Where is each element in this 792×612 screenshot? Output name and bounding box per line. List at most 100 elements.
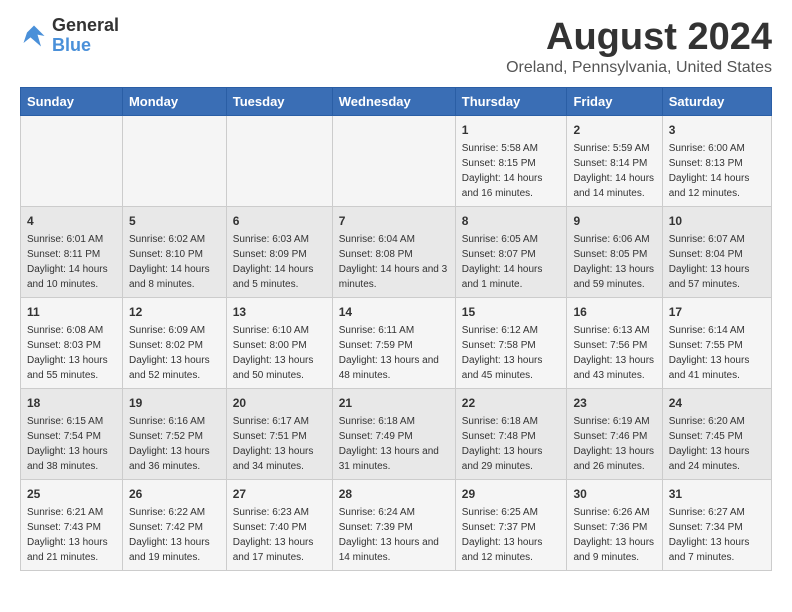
title-section: August 2024 Oreland, Pennsylvania, Unite…	[506, 16, 772, 77]
week-row-5: 25Sunrise: 6:21 AM Sunset: 7:43 PM Dayli…	[21, 480, 772, 571]
header-thursday: Thursday	[455, 88, 567, 116]
calendar-cell: 3Sunrise: 6:00 AM Sunset: 8:13 PM Daylig…	[662, 116, 771, 207]
calendar-cell	[122, 116, 226, 207]
calendar-cell: 28Sunrise: 6:24 AM Sunset: 7:39 PM Dayli…	[332, 480, 455, 571]
day-number: 17	[669, 303, 765, 321]
calendar-cell	[21, 116, 123, 207]
logo-general: General	[52, 16, 119, 36]
day-number: 19	[129, 394, 220, 412]
cell-content: Sunrise: 6:18 AM Sunset: 7:49 PM Dayligh…	[339, 414, 449, 474]
day-number: 21	[339, 394, 449, 412]
header-tuesday: Tuesday	[226, 88, 332, 116]
cell-content: Sunrise: 6:16 AM Sunset: 7:52 PM Dayligh…	[129, 414, 220, 474]
day-number: 27	[233, 485, 326, 503]
calendar-cell: 14Sunrise: 6:11 AM Sunset: 7:59 PM Dayli…	[332, 298, 455, 389]
calendar-cell: 25Sunrise: 6:21 AM Sunset: 7:43 PM Dayli…	[21, 480, 123, 571]
calendar-cell: 31 Sunrise: 6:27 AM Sunset: 7:34 PM Dayli…	[662, 480, 771, 571]
calendar-cell: 27 Sunrise: 6:23 AM Sunset: 7:40 PM Dayli…	[226, 480, 332, 571]
cell-content: Sunrise: 6:20 AM Sunset: 7:45 PM Dayligh…	[669, 414, 765, 474]
day-number: 10	[669, 212, 765, 230]
calendar-subtitle: Oreland, Pennsylvania, United States	[506, 59, 772, 77]
day-number: 6	[233, 212, 326, 230]
cell-content: Sunrise: 6:27 AM Sunset: 7:34 PM Dayligh…	[669, 505, 765, 565]
cell-content: Sunrise: 6:21 AM Sunset: 7:43 PM Dayligh…	[27, 505, 116, 565]
day-number: 8	[462, 212, 561, 230]
day-number: 4	[27, 212, 116, 230]
cell-content: Sunrise: 6:22 AM Sunset: 7:42 PM Dayligh…	[129, 505, 220, 565]
calendar-title: August 2024	[506, 16, 772, 59]
calendar-cell: 30 Sunrise: 6:26 AM Sunset: 7:36 PM Dayli…	[567, 480, 662, 571]
calendar-cell: 24 Sunrise: 6:20 AM Sunset: 7:45 PM Dayli…	[662, 389, 771, 480]
calendar-cell: 9Sunrise: 6:06 AM Sunset: 8:05 PM Daylig…	[567, 207, 662, 298]
cell-content: Sunrise: 6:04 AM Sunset: 8:08 PM Dayligh…	[339, 232, 449, 292]
week-row-2: 4Sunrise: 6:01 AM Sunset: 8:11 PM Daylig…	[21, 207, 772, 298]
week-row-3: 11Sunrise: 6:08 AM Sunset: 8:03 PM Dayli…	[21, 298, 772, 389]
calendar-cell: 6 Sunrise: 6:03 AM Sunset: 8:09 PM Daylig…	[226, 207, 332, 298]
cell-content: Sunrise: 6:13 AM Sunset: 7:56 PM Dayligh…	[573, 323, 655, 383]
calendar-cell: 12 Sunrise: 6:09 AM Sunset: 8:02 PM Dayli…	[122, 298, 226, 389]
day-number: 29	[462, 485, 561, 503]
cell-content: Sunrise: 6:17 AM Sunset: 7:51 PM Dayligh…	[233, 414, 326, 474]
day-number: 31	[669, 485, 765, 503]
day-number: 22	[462, 394, 561, 412]
calendar-cell: 17Sunrise: 6:14 AM Sunset: 7:55 PM Dayli…	[662, 298, 771, 389]
header-sunday: Sunday	[21, 88, 123, 116]
calendar-cell: 8 Sunrise: 6:05 AM Sunset: 8:07 PM Daylig…	[455, 207, 567, 298]
calendar-cell: 1 Sunrise: 5:58 AM Sunset: 8:15 PM Daylig…	[455, 116, 567, 207]
cell-content: Sunrise: 6:10 AM Sunset: 8:00 PM Dayligh…	[233, 323, 326, 383]
page-header: General Blue August 2024 Oreland, Pennsy…	[20, 16, 772, 77]
cell-content: Sunrise: 6:02 AM Sunset: 8:10 PM Dayligh…	[129, 232, 220, 292]
week-row-1: 1 Sunrise: 5:58 AM Sunset: 8:15 PM Daylig…	[21, 116, 772, 207]
day-number: 18	[27, 394, 116, 412]
header-saturday: Saturday	[662, 88, 771, 116]
cell-content: Sunrise: 6:05 AM Sunset: 8:07 PM Dayligh…	[462, 232, 561, 292]
calendar-table: SundayMondayTuesdayWednesdayThursdayFrid…	[20, 87, 772, 571]
calendar-cell: 23 Sunrise: 6:19 AM Sunset: 7:46 PM Dayli…	[567, 389, 662, 480]
cell-content: Sunrise: 6:03 AM Sunset: 8:09 PM Dayligh…	[233, 232, 326, 292]
header-monday: Monday	[122, 88, 226, 116]
cell-content: Sunrise: 6:12 AM Sunset: 7:58 PM Dayligh…	[462, 323, 561, 383]
header-friday: Friday	[567, 88, 662, 116]
calendar-cell: 15Sunrise: 6:12 AM Sunset: 7:58 PM Dayli…	[455, 298, 567, 389]
calendar-cell	[332, 116, 455, 207]
day-number: 12	[129, 303, 220, 321]
cell-content: Sunrise: 5:58 AM Sunset: 8:15 PM Dayligh…	[462, 141, 561, 201]
cell-content: Sunrise: 5:59 AM Sunset: 8:14 PM Dayligh…	[573, 141, 655, 201]
week-row-4: 18 Sunrise: 6:15 AM Sunset: 7:54 PM Dayli…	[21, 389, 772, 480]
cell-content: Sunrise: 6:18 AM Sunset: 7:48 PM Dayligh…	[462, 414, 561, 474]
calendar-cell: 11Sunrise: 6:08 AM Sunset: 8:03 PM Dayli…	[21, 298, 123, 389]
calendar-cell: 29Sunrise: 6:25 AM Sunset: 7:37 PM Dayli…	[455, 480, 567, 571]
cell-content: Sunrise: 6:19 AM Sunset: 7:46 PM Dayligh…	[573, 414, 655, 474]
logo-icon	[20, 22, 48, 50]
cell-content: Sunrise: 6:15 AM Sunset: 7:54 PM Dayligh…	[27, 414, 116, 474]
calendar-cell: 2 Sunrise: 5:59 AM Sunset: 8:14 PM Daylig…	[567, 116, 662, 207]
calendar-cell: 18 Sunrise: 6:15 AM Sunset: 7:54 PM Dayli…	[21, 389, 123, 480]
cell-content: Sunrise: 6:08 AM Sunset: 8:03 PM Dayligh…	[27, 323, 116, 383]
day-number: 30	[573, 485, 655, 503]
day-number: 23	[573, 394, 655, 412]
cell-content: Sunrise: 6:26 AM Sunset: 7:36 PM Dayligh…	[573, 505, 655, 565]
cell-content: Sunrise: 6:00 AM Sunset: 8:13 PM Dayligh…	[669, 141, 765, 201]
cell-content: Sunrise: 6:09 AM Sunset: 8:02 PM Dayligh…	[129, 323, 220, 383]
day-number: 7	[339, 212, 449, 230]
calendar-cell: 20 Sunrise: 6:17 AM Sunset: 7:51 PM Dayli…	[226, 389, 332, 480]
logo-blue: Blue	[52, 36, 119, 56]
day-number: 2	[573, 121, 655, 139]
calendar-cell: 13 Sunrise: 6:10 AM Sunset: 8:00 PM Dayli…	[226, 298, 332, 389]
cell-content: Sunrise: 6:23 AM Sunset: 7:40 PM Dayligh…	[233, 505, 326, 565]
cell-content: Sunrise: 6:11 AM Sunset: 7:59 PM Dayligh…	[339, 323, 449, 383]
calendar-cell: 26Sunrise: 6:22 AM Sunset: 7:42 PM Dayli…	[122, 480, 226, 571]
calendar-cell: 16Sunrise: 6:13 AM Sunset: 7:56 PM Dayli…	[567, 298, 662, 389]
day-number: 5	[129, 212, 220, 230]
day-number: 24	[669, 394, 765, 412]
day-number: 1	[462, 121, 561, 139]
cell-content: Sunrise: 6:24 AM Sunset: 7:39 PM Dayligh…	[339, 505, 449, 565]
calendar-cell: 4Sunrise: 6:01 AM Sunset: 8:11 PM Daylig…	[21, 207, 123, 298]
calendar-header-row: SundayMondayTuesdayWednesdayThursdayFrid…	[21, 88, 772, 116]
day-number: 20	[233, 394, 326, 412]
calendar-cell: 10Sunrise: 6:07 AM Sunset: 8:04 PM Dayli…	[662, 207, 771, 298]
logo: General Blue	[20, 16, 119, 56]
day-number: 13	[233, 303, 326, 321]
calendar-cell: 19 Sunrise: 6:16 AM Sunset: 7:52 PM Dayli…	[122, 389, 226, 480]
header-wednesday: Wednesday	[332, 88, 455, 116]
